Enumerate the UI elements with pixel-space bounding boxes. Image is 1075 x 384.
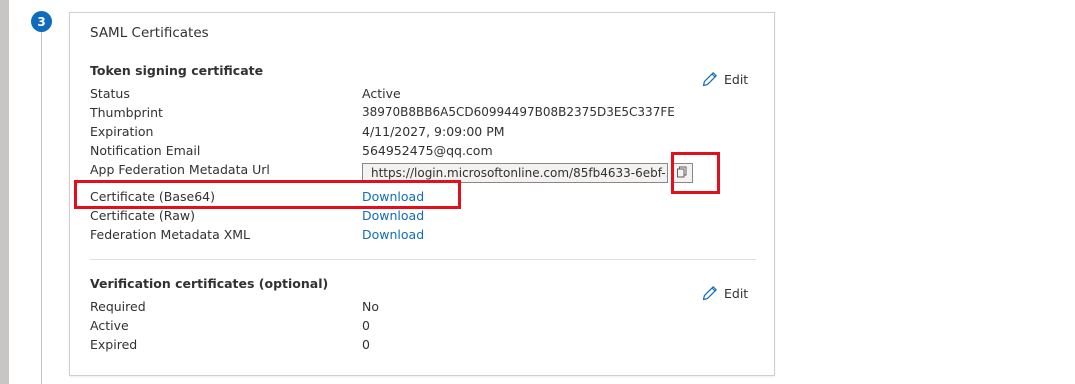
row-value-expiration: 4/11/2027, 9:09:00 PM — [362, 124, 505, 139]
download-federation-metadata-xml-link[interactable]: Download — [362, 227, 424, 242]
edit-label: Edit — [724, 285, 749, 301]
row-value-notification-email: 564952475@qq.com — [362, 143, 493, 158]
verification-title: Verification certificates (optional) — [90, 276, 329, 291]
highlight-copy-button — [671, 152, 720, 194]
section-divider — [90, 259, 756, 260]
row-label-active: Active — [90, 318, 129, 333]
pencil-icon — [702, 71, 718, 87]
card-title: SAML Certificates — [90, 25, 209, 41]
row-value-required: No — [362, 299, 379, 314]
highlight-certificate-base64 — [74, 180, 461, 209]
row-value-expired: 0 — [362, 337, 370, 352]
download-certificate-raw-link[interactable]: Download — [362, 208, 424, 223]
row-label-federation-metadata-xml: Federation Metadata XML — [90, 227, 251, 242]
row-label-status: Status — [90, 86, 130, 101]
row-label-notification-email: Notification Email — [90, 143, 201, 158]
edit-label: Edit — [724, 71, 749, 87]
verification-edit-button[interactable]: Edit — [702, 285, 748, 301]
row-label-expired: Expired — [90, 337, 138, 352]
row-label-metadata-url: App Federation Metadata Url — [90, 162, 270, 177]
row-label-certificate-raw: Certificate (Raw) — [90, 208, 195, 223]
row-value-active: 0 — [362, 318, 370, 333]
step-number-badge: 3 — [31, 11, 52, 32]
row-label-required: Required — [90, 299, 146, 314]
row-value-thumbprint: 38970B8BB6A5CD60994497B08B2375D3E5C337FE — [362, 105, 675, 119]
token-signing-title: Token signing certificate — [90, 63, 264, 78]
row-value-status: Active — [362, 86, 401, 101]
pencil-icon — [702, 285, 718, 301]
step-connector-line — [41, 30, 42, 384]
left-rail — [0, 0, 9, 384]
row-label-expiration: Expiration — [90, 124, 154, 139]
row-label-thumbprint: Thumbprint — [90, 105, 163, 120]
token-signing-edit-button[interactable]: Edit — [702, 71, 748, 87]
